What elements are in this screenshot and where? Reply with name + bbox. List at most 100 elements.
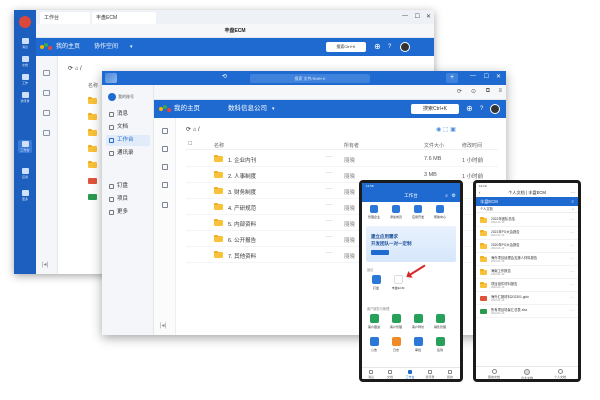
tab-contacts[interactable]: 通讯录 bbox=[422, 370, 438, 379]
app-item[interactable]: 日志 bbox=[388, 337, 404, 352]
more-icon[interactable]: ··· bbox=[570, 243, 574, 248]
quick-add-member[interactable]: 添加成员 bbox=[387, 205, 405, 219]
tab-company-docs[interactable]: 企业文档 bbox=[515, 369, 539, 379]
app-item[interactable]: 公告 bbox=[366, 337, 382, 352]
app-item[interactable]: 客户管理 bbox=[388, 314, 404, 329]
more-icon[interactable]: ··· bbox=[570, 256, 574, 261]
app-ecm[interactable]: 丰盘ECM bbox=[390, 275, 406, 290]
rail-item-contacts[interactable]: 通讯录 bbox=[18, 92, 32, 103]
avatar[interactable] bbox=[400, 42, 410, 52]
settings-icon[interactable]: ⚙ bbox=[452, 190, 456, 202]
search-button[interactable]: 搜索Ctrl+K bbox=[326, 42, 366, 52]
menu-icon[interactable]: ≡ bbox=[498, 88, 502, 94]
add-icon[interactable]: ⊕ bbox=[374, 38, 381, 56]
rail-item-work[interactable]: 工作 bbox=[18, 74, 32, 85]
minimize-icon[interactable]: — bbox=[402, 13, 408, 19]
folder-icon[interactable] bbox=[88, 96, 97, 104]
help-icon[interactable]: ? bbox=[388, 38, 391, 56]
list-item[interactable]: 海南工作报告 2022-01-19 ··· bbox=[476, 266, 578, 279]
app-item[interactable]: 签到 bbox=[432, 337, 448, 352]
more-icon[interactable]: ··· bbox=[570, 308, 574, 313]
close-icon[interactable]: ✕ bbox=[496, 73, 501, 80]
list-item[interactable]: 项目组件材料报告 2022-01-19 ··· bbox=[476, 279, 578, 292]
maximize-icon[interactable]: ☐ bbox=[415, 13, 420, 20]
sidebar-item-messages[interactable]: 消息 bbox=[106, 109, 150, 120]
sidebar-item-more[interactable]: 更多 bbox=[106, 207, 150, 218]
tab-me[interactable]: 我的 bbox=[442, 370, 458, 379]
close-icon[interactable]: ✕ bbox=[426, 13, 431, 20]
app-item[interactable]: 销售管理 bbox=[432, 314, 448, 329]
folder-icon[interactable] bbox=[88, 112, 97, 120]
sidebar-item-workbench[interactable]: 工作台 bbox=[106, 135, 150, 146]
select-all-checkbox[interactable]: ☐ bbox=[188, 141, 192, 147]
tab-personal-docs[interactable]: 个人文档 bbox=[548, 369, 572, 379]
star-icon[interactable] bbox=[43, 70, 50, 76]
more-icon[interactable]: ··· bbox=[570, 217, 574, 222]
tab-workbench[interactable]: 工作台 bbox=[40, 12, 90, 24]
folder-icon[interactable] bbox=[88, 128, 97, 136]
view-toggle-icon[interactable]: ◉ ⬚ ▣ bbox=[436, 126, 456, 133]
tab-messages[interactable]: 消息 bbox=[363, 370, 379, 379]
nav-company[interactable]: 数科信息公司 bbox=[228, 100, 267, 118]
more-icon[interactable]: ··· bbox=[570, 282, 574, 287]
nav-home[interactable]: 我的主页 bbox=[174, 100, 200, 118]
tab-docs[interactable]: 文档 bbox=[382, 370, 398, 379]
quick-help[interactable]: 帮助中心 bbox=[431, 205, 449, 219]
sidebar-item-drive[interactable]: 钉盘 bbox=[106, 181, 150, 192]
clock-icon[interactable] bbox=[43, 90, 50, 96]
more-icon[interactable]: ··· bbox=[326, 218, 332, 224]
rail-item-workbench[interactable]: 工作台 bbox=[18, 140, 32, 153]
folder-icon[interactable] bbox=[88, 144, 97, 152]
app-item[interactable]: 审批 bbox=[410, 337, 426, 352]
app-drive[interactable]: 钉盘 bbox=[368, 275, 384, 290]
history-icon[interactable]: ⟲ bbox=[222, 73, 227, 80]
more-icon[interactable]: ··· bbox=[570, 230, 574, 235]
help-icon[interactable]: ? bbox=[480, 100, 483, 118]
table-row[interactable]: 1. 企业内刊 ··· 丽晓 7.6 MB 1 小时前 bbox=[186, 151, 498, 167]
list-item[interactable]: 海外汇报材料202301.pptx 2022-01-19 ··· bbox=[476, 292, 578, 305]
tab-ecm[interactable]: 丰盘ECM bbox=[92, 12, 156, 24]
avatar[interactable] bbox=[19, 16, 31, 28]
list-item[interactable]: 海外项目经理会支援人材料报告 2022-01-19 ··· bbox=[476, 253, 578, 266]
list-item[interactable]: 2020年PG大会报告 2022-01-19 ··· bbox=[476, 240, 578, 253]
quick-manage[interactable]: 管理企业 bbox=[365, 205, 383, 219]
tab-workbench[interactable]: 工作台 bbox=[402, 370, 418, 379]
list-item[interactable]: 2021年PG大会报告 2022-01-19 ··· bbox=[476, 227, 578, 240]
app-item[interactable]: 客户拜访 bbox=[410, 314, 426, 329]
pin-icon[interactable]: ⊙ bbox=[471, 88, 476, 95]
more-icon[interactable]: ··· bbox=[326, 234, 332, 240]
nav-space[interactable]: 协作空间 bbox=[94, 38, 118, 56]
chevron-down-icon[interactable]: ▾ bbox=[130, 38, 133, 56]
collapse-icon[interactable]: |◂| bbox=[42, 261, 48, 268]
refresh-icon[interactable]: ⟳ bbox=[457, 88, 462, 95]
sidebar-item-docs[interactable]: 文档 bbox=[106, 122, 150, 133]
share-icon[interactable] bbox=[162, 182, 168, 188]
menu-icon[interactable]: ≡ bbox=[572, 197, 574, 206]
chevron-down-icon[interactable]: ▾ bbox=[272, 100, 275, 118]
add-icon[interactable]: ⊕ bbox=[466, 100, 473, 118]
back-icon[interactable]: ‹ bbox=[479, 189, 480, 197]
share-icon[interactable] bbox=[43, 130, 50, 136]
more-icon[interactable]: ··· bbox=[326, 186, 332, 192]
rail-item-more[interactable]: 更多 bbox=[18, 190, 32, 201]
ppt-file-icon[interactable] bbox=[88, 178, 97, 184]
sidebar-item-projects[interactable]: 项目 bbox=[106, 194, 150, 205]
clock-icon[interactable] bbox=[162, 146, 168, 152]
more-icon[interactable]: ··· bbox=[570, 295, 574, 300]
list-item[interactable]: 所有项目场景汇总表.xlsx 2022-01-19 ··· bbox=[476, 305, 578, 318]
add-icon[interactable]: + bbox=[446, 73, 458, 83]
sidebar-item-contacts[interactable]: 通讯录 bbox=[106, 148, 150, 159]
trash-icon[interactable] bbox=[43, 110, 50, 116]
folder-icon[interactable] bbox=[88, 160, 97, 168]
more-icon[interactable]: ··· bbox=[326, 202, 332, 208]
rail-item-docs[interactable]: 文档 bbox=[18, 56, 32, 67]
search-icon[interactable]: ⌕ bbox=[445, 190, 448, 202]
banner-button[interactable] bbox=[371, 250, 389, 255]
trash-icon[interactable] bbox=[162, 164, 168, 170]
quick-dev[interactable]: 应用开发 bbox=[409, 205, 427, 219]
nav-home[interactable]: 我的主页 bbox=[56, 38, 80, 56]
more-icon[interactable]: ··· bbox=[326, 154, 332, 160]
global-search[interactable]: 搜索 文件/Shift+K bbox=[250, 74, 370, 83]
tab-my-docs[interactable]: 我的文档 bbox=[482, 369, 506, 379]
rail-item-apps[interactable]: 应用 bbox=[18, 168, 32, 179]
